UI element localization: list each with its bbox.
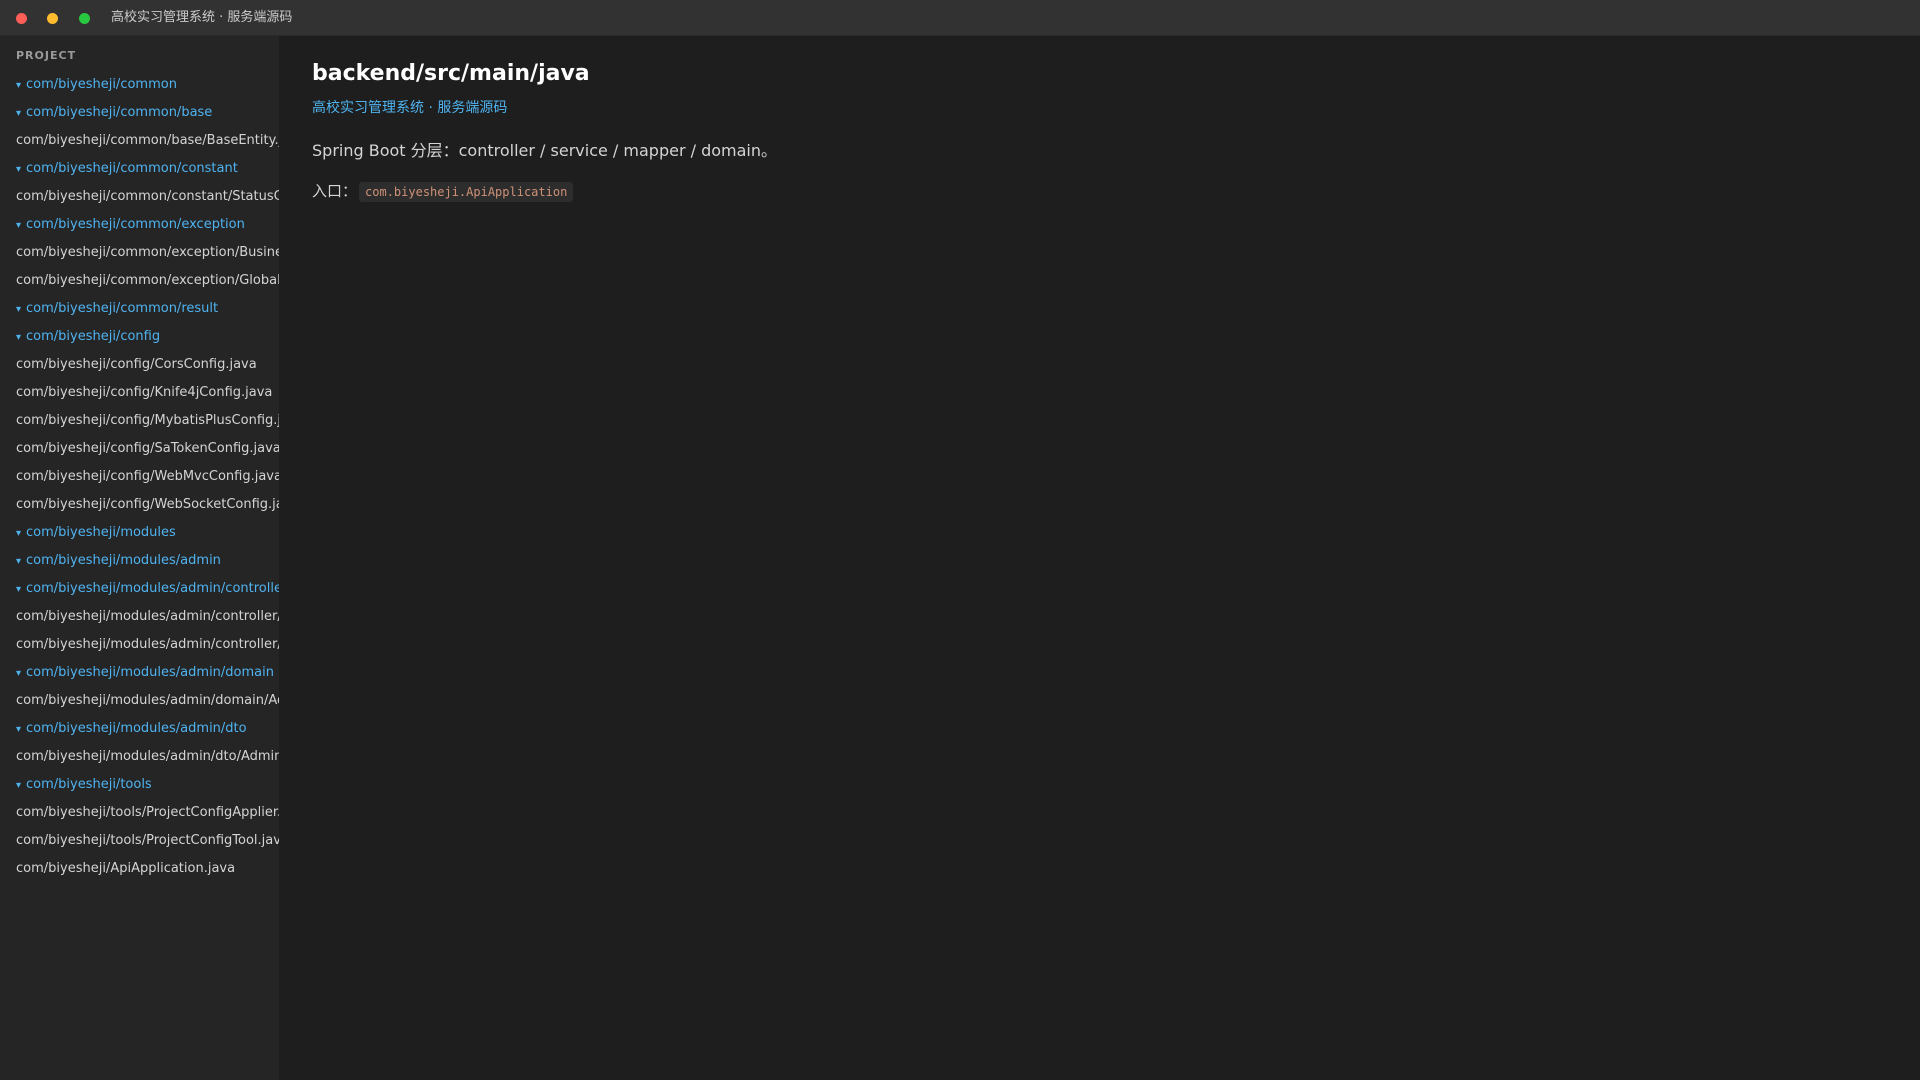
project-link[interactable]: 高校实习管理系统 · 服务端源码	[312, 98, 507, 118]
tree-item-label: com/biyesheji/config/WebSocketConfig.jav…	[16, 497, 279, 512]
tree-file[interactable]: com/biyesheji/modules/admin/domain/Admin…	[0, 687, 279, 715]
tree-item-label: com/biyesheji/common/exception/GlobalExc…	[16, 273, 279, 288]
tree-item-label: com/biyesheji/modules/admin/dto	[26, 721, 247, 736]
tree-item-label: com/biyesheji/tools/ProjectConfigApplier…	[16, 805, 279, 820]
tree-folder[interactable]: ▾ com/biyesheji/tools	[0, 771, 279, 799]
tree-file[interactable]: com/biyesheji/tools/ProjectConfigApplier…	[0, 799, 279, 827]
tree-folder[interactable]: ▾ com/biyesheji/modules/admin/dto	[0, 715, 279, 743]
tree-file[interactable]: com/biyesheji/common/exception/BusinessE…	[0, 239, 279, 267]
tree-file[interactable]: com/biyesheji/tools/ProjectConfigTool.ja…	[0, 827, 279, 855]
tree-folder[interactable]: ▾ com/biyesheji/common/constant	[0, 155, 279, 183]
chevron-down-icon: ▾	[16, 528, 22, 539]
chevron-down-icon: ▾	[16, 668, 22, 679]
tree-item-label: com/biyesheji/config/MybatisPlusConfig.j…	[16, 413, 279, 428]
minimize-window-button[interactable]	[47, 13, 58, 24]
tree-item-label: com/biyesheji/modules/admin/domain	[26, 665, 274, 680]
tree-item-label: com/biyesheji/config/WebMvcConfig.java	[16, 469, 279, 484]
tree-file[interactable]: com/biyesheji/config/WebMvcConfig.java	[0, 463, 279, 491]
page-title: backend/src/main/java	[312, 61, 590, 86]
tree-file[interactable]: com/biyesheji/config/MybatisPlusConfig.j…	[0, 407, 279, 435]
tree-file[interactable]: com/biyesheji/config/CorsConfig.java	[0, 351, 279, 379]
chevron-down-icon: ▾	[16, 724, 22, 735]
project-sidebar: PROJECT ▾ com/biyesheji/common ▾ com/biyesh…	[0, 36, 279, 1080]
main-content: backend/src/main/java 高校实习管理系统 · 服务端源码 S…	[279, 36, 1920, 1080]
tree-item-label: com/biyesheji/modules/admin	[26, 553, 221, 568]
tree-item-label: com/biyesheji/config/CorsConfig.java	[16, 357, 257, 372]
tree-file[interactable]: com/biyesheji/modules/admin/controller/A…	[0, 603, 279, 631]
chevron-down-icon: ▾	[16, 584, 22, 595]
tree-item-label: com/biyesheji/common	[26, 77, 177, 92]
sidebar-header: PROJECT	[16, 49, 77, 62]
entry-class-code: com.biyesheji.ApiApplication	[359, 181, 574, 202]
app-window: 高校实习管理系统 · 服务端源码 PROJECT ▾ com/biyesheji/…	[0, 0, 1920, 1080]
tree-file[interactable]: com/biyesheji/config/SaTokenConfig.java	[0, 435, 279, 463]
tree-item-label: com/biyesheji/common/constant/StatusCons…	[16, 189, 279, 204]
tree-folder[interactable]: ▾ com/biyesheji/modules	[0, 519, 279, 547]
tree-file[interactable]: com/biyesheji/modules/admin/controller/S…	[0, 631, 279, 659]
tree-folder[interactable]: ▾ com/biyesheji/config	[0, 323, 279, 351]
chevron-down-icon: ▾	[16, 220, 22, 231]
title-bar: 高校实习管理系统 · 服务端源码	[0, 0, 1920, 36]
layer-description: Spring Boot 分层：controller / service / ma…	[312, 141, 778, 160]
maximize-window-button[interactable]	[79, 13, 90, 24]
tree-folder[interactable]: ▾ com/biyesheji/common/exception	[0, 211, 279, 239]
tree-folder[interactable]: ▾ com/biyesheji/modules/admin/domain	[0, 659, 279, 687]
tree-file[interactable]: com/biyesheji/common/exception/GlobalExc…	[0, 267, 279, 295]
tree-item-label: com/biyesheji/tools	[26, 777, 152, 792]
chevron-down-icon: ▾	[16, 80, 22, 91]
file-tree: ▾ com/biyesheji/common ▾ com/biyesheji/comm…	[0, 71, 279, 883]
tree-item-label: com/biyesheji/common/exception	[26, 217, 245, 232]
tree-folder[interactable]: ▾ com/biyesheji/common/base	[0, 99, 279, 127]
chevron-down-icon: ▾	[16, 304, 22, 315]
tree-file[interactable]: com/biyesheji/ApiApplication.java	[0, 855, 279, 883]
tree-item-label: com/biyesheji/modules/admin/dto/AdminDTO…	[16, 749, 279, 764]
tree-item-label: com/biyesheji/modules	[26, 525, 176, 540]
tree-item-label: com/biyesheji/common/constant	[26, 161, 238, 176]
tree-item-label: com/biyesheji/config	[26, 329, 161, 344]
tree-item-label: com/biyesheji/common/base/BaseEntity.jav…	[16, 133, 279, 148]
tree-item-label: com/biyesheji/config/Knife4jConfig.java	[16, 385, 273, 400]
tree-file[interactable]: com/biyesheji/config/WebSocketConfig.jav…	[0, 491, 279, 519]
tree-item-label: com/biyesheji/common/base	[26, 105, 213, 120]
entry-row: 入口： com.biyesheji.ApiApplication	[312, 180, 574, 202]
chevron-down-icon: ▾	[16, 780, 22, 791]
tree-item-label: com/biyesheji/common/result	[26, 301, 219, 316]
tree-folder[interactable]: ▾ com/biyesheji/modules/admin/controller	[0, 575, 279, 603]
tree-item-label: com/biyesheji/modules/admin/controller/A…	[16, 609, 279, 624]
tree-file[interactable]: com/biyesheji/common/constant/StatusCons…	[0, 183, 279, 211]
chevron-down-icon: ▾	[16, 108, 22, 119]
tree-item-label: com/biyesheji/ApiApplication.java	[16, 861, 236, 876]
close-window-button[interactable]	[16, 13, 27, 24]
chevron-down-icon: ▾	[16, 332, 22, 343]
tree-folder[interactable]: ▾ com/biyesheji/common	[0, 71, 279, 99]
tree-item-label: com/biyesheji/config/SaTokenConfig.java	[16, 441, 279, 456]
tree-file[interactable]: com/biyesheji/modules/admin/dto/AdminDTO…	[0, 743, 279, 771]
chevron-down-icon: ▾	[16, 556, 22, 567]
chevron-down-icon: ▾	[16, 164, 22, 175]
tree-item-label: com/biyesheji/common/exception/BusinessE…	[16, 245, 279, 260]
tree-file[interactable]: com/biyesheji/common/base/BaseEntity.jav…	[0, 127, 279, 155]
tree-item-label: com/biyesheji/modules/admin/controller/S…	[16, 637, 279, 652]
tree-item-label: com/biyesheji/modules/admin/domain/Admin…	[16, 693, 279, 708]
tree-item-label: com/biyesheji/modules/admin/controller	[26, 581, 279, 596]
tree-folder[interactable]: ▾ com/biyesheji/common/result	[0, 295, 279, 323]
entry-label: 入口：	[312, 182, 358, 200]
window-title: 高校实习管理系统 · 服务端源码	[111, 10, 293, 25]
tree-folder[interactable]: ▾ com/biyesheji/modules/admin	[0, 547, 279, 575]
tree-file[interactable]: com/biyesheji/config/Knife4jConfig.java	[0, 379, 279, 407]
tree-item-label: com/biyesheji/tools/ProjectConfigTool.ja…	[16, 833, 279, 848]
